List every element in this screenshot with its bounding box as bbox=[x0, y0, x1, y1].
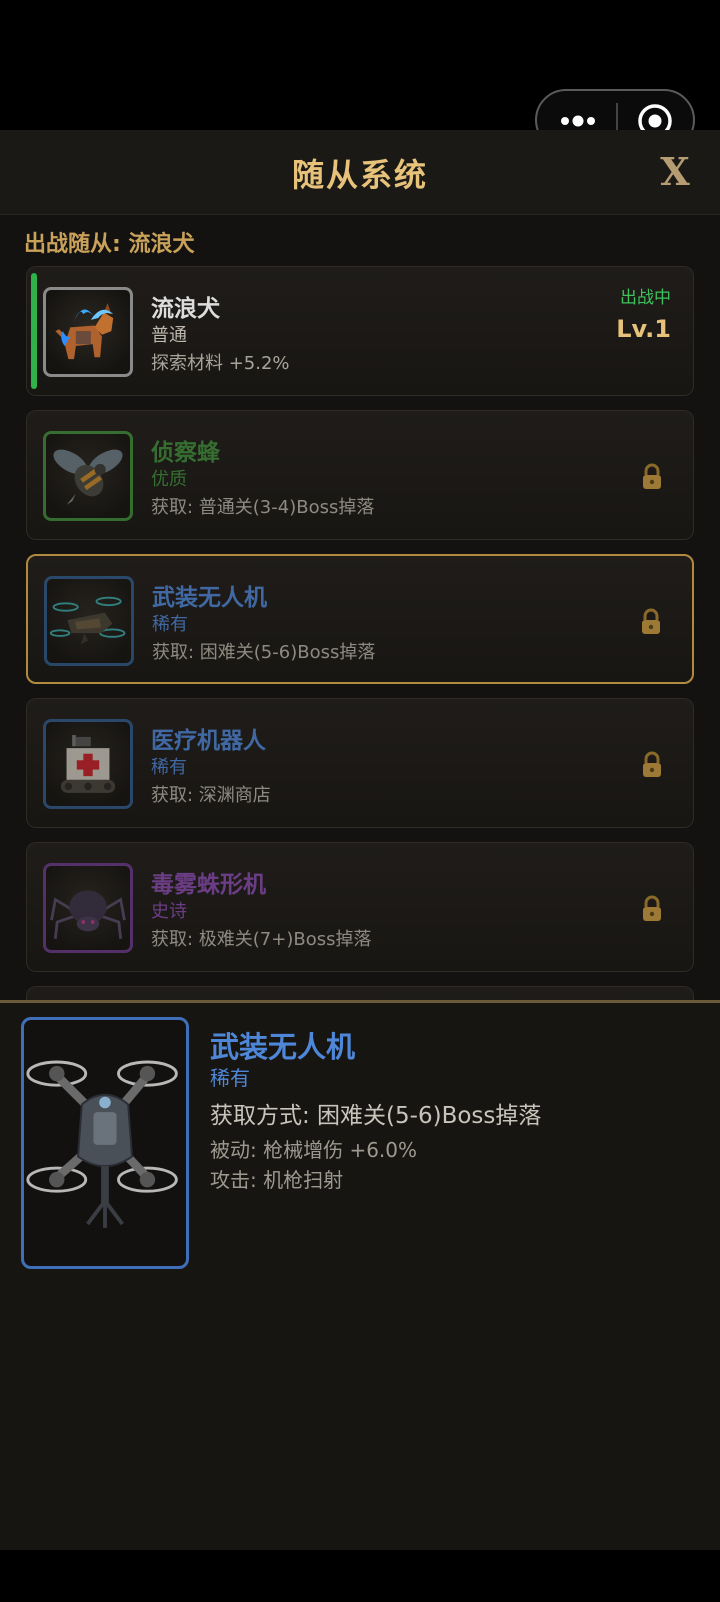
pet-name: 毒雾蛛形机 bbox=[151, 872, 266, 898]
detail-source: 获取方式: 困难关(5-6)Boss掉落 bbox=[210, 1103, 542, 1129]
pet-name: 侦察蜂 bbox=[151, 440, 220, 466]
detail-pet-name: 武装无人机 bbox=[210, 1030, 356, 1064]
bee-portrait-icon bbox=[43, 431, 133, 521]
deployed-status: 出战中 bbox=[620, 288, 671, 308]
pet-list[interactable]: 流浪犬 普通 探索材料 +5.2% 出战中 Lv.1 侦察蜂 优质 获取: 普通… bbox=[0, 266, 720, 1000]
lock-icon bbox=[643, 751, 661, 777]
pet-card-bee[interactable]: 侦察蜂 优质 获取: 普通关(3-4)Boss掉落 bbox=[26, 410, 694, 540]
detail-pet-rarity: 稀有 bbox=[210, 1066, 250, 1090]
page-title: 随从系统 bbox=[291, 156, 428, 194]
detail-attack: 攻击: 机枪扫射 bbox=[210, 1168, 344, 1192]
pet-level: Lv.1 bbox=[616, 315, 671, 343]
active-indicator bbox=[31, 273, 37, 389]
lock-icon bbox=[642, 608, 660, 634]
pet-name: 流浪犬 bbox=[151, 296, 220, 322]
active-pet-label: 出战随从: 流浪犬 bbox=[24, 232, 195, 257]
close-button[interactable]: X bbox=[655, 150, 695, 194]
lock-icon bbox=[643, 463, 661, 489]
pet-desc: 获取: 极难关(7+)Boss掉落 bbox=[151, 929, 372, 950]
lock-icon bbox=[643, 895, 661, 921]
medic-robot-portrait-icon bbox=[43, 719, 133, 809]
pet-desc: 探索材料 +5.2% bbox=[151, 353, 290, 374]
pet-desc: 获取: 普通关(3-4)Boss掉落 bbox=[151, 497, 375, 518]
spider-portrait-icon bbox=[43, 863, 133, 953]
drone-portrait-icon bbox=[44, 576, 134, 666]
pet-rarity: 稀有 bbox=[151, 757, 187, 778]
dog-portrait-icon bbox=[43, 287, 133, 377]
pet-card-dog[interactable]: 流浪犬 普通 探索材料 +5.2% 出战中 Lv.1 bbox=[26, 266, 694, 396]
detail-passive: 被动: 枪械增伤 +6.0% bbox=[210, 1138, 418, 1162]
more-icon[interactable] bbox=[559, 111, 597, 131]
pet-card-partial[interactable] bbox=[26, 986, 694, 1000]
bottom-system-bar bbox=[0, 1550, 720, 1602]
pet-name: 武装无人机 bbox=[152, 585, 267, 611]
drone-detail-image bbox=[21, 1017, 189, 1269]
pet-rarity: 史诗 bbox=[151, 901, 187, 922]
pet-card-medic-robot[interactable]: 医疗机器人 稀有 获取: 深渊商店 bbox=[26, 698, 694, 828]
pet-rarity: 优质 bbox=[151, 469, 187, 490]
pet-name: 医疗机器人 bbox=[151, 728, 266, 754]
pet-desc: 获取: 深渊商店 bbox=[151, 785, 271, 806]
pet-desc: 获取: 困难关(5-6)Boss掉落 bbox=[152, 642, 376, 663]
pet-rarity: 普通 bbox=[151, 325, 187, 346]
pet-card-drone[interactable]: 武装无人机 稀有 获取: 困难关(5-6)Boss掉落 bbox=[26, 554, 694, 684]
pet-rarity: 稀有 bbox=[152, 614, 188, 635]
pet-card-spider[interactable]: 毒雾蛛形机 史诗 获取: 极难关(7+)Boss掉落 bbox=[26, 842, 694, 972]
